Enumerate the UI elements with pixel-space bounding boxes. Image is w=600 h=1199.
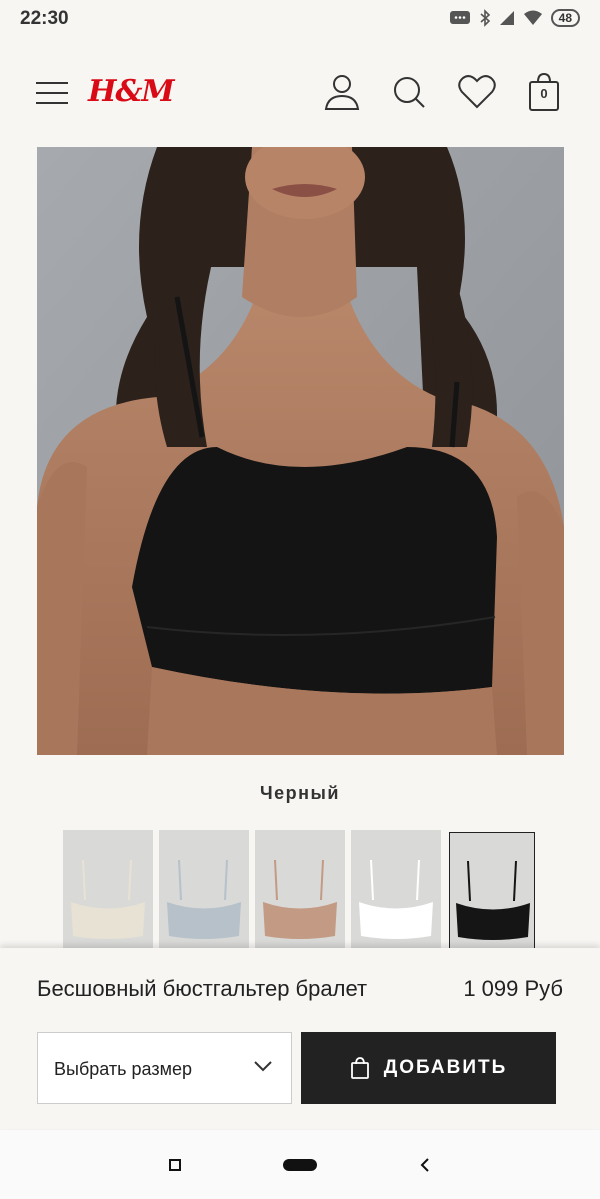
shopping-bag-icon[interactable]: 0 <box>522 70 566 114</box>
swatch-black-selected[interactable] <box>449 832 535 950</box>
shopping-bag-icon <box>350 1057 369 1079</box>
swatch-white[interactable] <box>351 830 441 950</box>
site-header: H&M 0 <box>0 40 600 142</box>
swatch-light-blue[interactable] <box>159 830 249 950</box>
menu-icon[interactable] <box>36 82 68 104</box>
product-price: 1 099 Руб <box>463 976 563 1001</box>
status-icons: 48 <box>449 9 580 27</box>
purchase-panel: Бесшовный бюстгальтер бралет 1 099 Руб В… <box>0 948 600 1129</box>
swatch-beige[interactable] <box>63 830 153 950</box>
wifi-icon <box>523 10 542 25</box>
size-select-label: Выбрать размер <box>54 1059 192 1079</box>
search-icon[interactable] <box>387 70 431 114</box>
selected-color-name: Черный <box>260 783 340 803</box>
status-bar: 22:30 48 <box>0 0 600 38</box>
add-to-bag-label: ДОБАВИТЬ <box>383 1057 508 1078</box>
add-to-bag-button[interactable]: ДОБАВИТЬ <box>301 1032 556 1104</box>
bluetooth-icon <box>480 9 490 27</box>
brand-logo[interactable]: H&M <box>88 74 175 109</box>
account-icon[interactable] <box>320 70 364 114</box>
signal-icon <box>499 11 514 25</box>
chevron-down-icon <box>254 1061 272 1072</box>
size-select[interactable]: Выбрать размер <box>37 1032 292 1104</box>
home-button[interactable] <box>280 1130 320 1199</box>
recent-apps-button[interactable] <box>160 1130 190 1199</box>
back-button[interactable] <box>410 1130 440 1199</box>
swatch-nude[interactable] <box>255 830 345 950</box>
heart-icon[interactable] <box>455 70 499 114</box>
system-navigation-bar <box>0 1130 600 1199</box>
battery-indicator: 48 <box>550 9 580 27</box>
product-name: Бесшовный бюстгальтер бралет <box>37 976 368 1001</box>
bag-count: 0 <box>540 86 548 101</box>
message-icon <box>449 11 470 24</box>
product-image[interactable] <box>37 147 564 755</box>
color-swatches <box>63 830 535 950</box>
status-time: 22:30 <box>20 8 69 29</box>
home-pill-icon <box>283 1158 317 1171</box>
square-icon <box>169 1158 181 1171</box>
back-chevron-icon <box>420 1157 429 1172</box>
